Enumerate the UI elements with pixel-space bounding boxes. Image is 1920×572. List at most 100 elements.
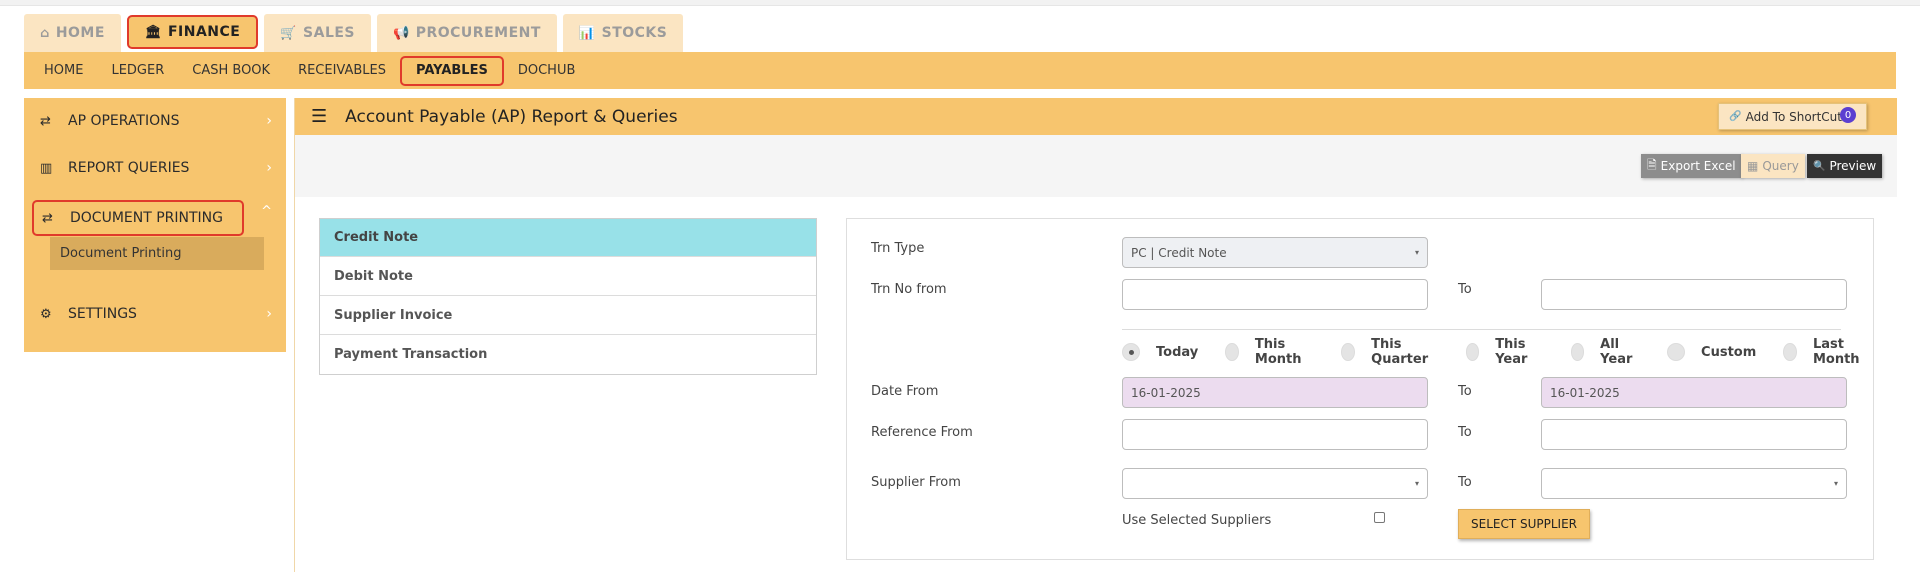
tab-label: PROCUREMENT	[415, 25, 541, 41]
submenu-dochub[interactable]: DOCHUB	[504, 56, 590, 86]
supplier-to-select[interactable]: ▾	[1541, 468, 1847, 499]
use-selected-suppliers-checkbox[interactable]	[1374, 512, 1385, 523]
chevron-right-icon: ›	[266, 306, 272, 322]
sidebar-item-label: SETTINGS	[68, 306, 137, 322]
hamburger-menu-icon[interactable]: ☰	[311, 106, 327, 127]
list-item-payment-transaction[interactable]: Payment Transaction	[320, 335, 816, 374]
list-item-credit-note[interactable]: Credit Note	[320, 219, 816, 257]
action-toolbar: 🗎 Export Excel ▦ Query 🔍 Preview	[295, 135, 1897, 197]
sidebar-item-label: REPORT QUERIES	[68, 160, 190, 176]
select-supplier-button[interactable]: SELECT SUPPLIER	[1458, 509, 1591, 539]
bar-chart-icon: 📊	[578, 25, 596, 41]
radio-all-year[interactable]: All Year	[1570, 337, 1640, 367]
radio-circle	[1122, 343, 1140, 361]
tab-procurement[interactable]: 📢 PROCUREMENT	[377, 14, 557, 52]
tab-finance[interactable]: 🏛 FINANCE	[126, 15, 259, 49]
radio-circle	[1341, 343, 1356, 361]
filter-form: Trn Type PC | Credit Note ▾ Trn No from …	[846, 218, 1874, 560]
chevron-down-icon: ▾	[1414, 479, 1419, 488]
tab-label: SALES	[303, 25, 356, 41]
tab-label: STOCKS	[601, 25, 668, 41]
trn-type-value: PC | Credit Note	[1131, 245, 1227, 260]
submenu-payables[interactable]: PAYABLES	[400, 55, 504, 86]
finance-submenu: HOME LEDGER CASH BOOK RECEIVABLES PAYABL…	[24, 52, 1896, 89]
gears-icon: ⚙	[40, 306, 52, 322]
preview-label: Preview	[1829, 159, 1877, 173]
radio-label: This Month	[1254, 337, 1302, 367]
radio-circle	[1225, 343, 1239, 361]
radio-this-quarter[interactable]: This Quarter	[1341, 337, 1438, 367]
date-from-value: 16-01-2025	[1131, 385, 1201, 400]
chevron-right-icon: ›	[266, 113, 272, 129]
supplier-from-select[interactable]: ▾	[1122, 468, 1428, 499]
submenu-ledger[interactable]: LEDGER	[97, 56, 178, 86]
radio-label: This Quarter	[1371, 337, 1429, 367]
list-item-debit-note[interactable]: Debit Note	[320, 257, 816, 296]
tab-label: HOME	[55, 25, 105, 41]
divider	[1122, 329, 1841, 330]
trn-type-label: Trn Type	[871, 241, 925, 256]
radio-circle	[1667, 343, 1686, 361]
shortcut-count-badge: 0	[1840, 107, 1856, 123]
export-excel-button[interactable]: 🗎 Export Excel	[1641, 154, 1742, 178]
sidebar-item-document-printing[interactable]: ⇄ DOCUMENT PRINTING	[32, 200, 244, 236]
reference-from-label: Reference From	[871, 425, 973, 440]
list-item-supplier-invoice[interactable]: Supplier Invoice	[320, 296, 816, 335]
radio-label: This Year	[1495, 337, 1528, 367]
sidebar-item-settings[interactable]: ⚙ SETTINGS ›	[24, 294, 286, 334]
link-icon: 🔗	[1729, 111, 1742, 122]
trn-no-from-input[interactable]	[1122, 279, 1428, 310]
tab-stocks[interactable]: 📊 STOCKS	[562, 14, 684, 52]
top-border	[0, 0, 1920, 6]
preview-button[interactable]: 🔍 Preview	[1807, 154, 1883, 178]
submenu-home[interactable]: HOME	[30, 56, 97, 86]
chevron-down-icon: ▾	[1414, 248, 1419, 257]
submenu-receivables[interactable]: RECEIVABLES	[284, 56, 400, 86]
transfer-icon: ⇄	[42, 210, 53, 226]
reference-to-label: To	[1458, 425, 1472, 440]
chevron-right-icon: ›	[266, 160, 272, 176]
sidebar-item-report-queries[interactable]: ▥ REPORT QUERIES ›	[24, 148, 286, 188]
bar-chart-icon: ▥	[40, 160, 53, 176]
radio-custom[interactable]: Custom	[1667, 343, 1756, 361]
radio-label: Today	[1156, 344, 1199, 360]
radio-this-year[interactable]: This Year	[1465, 337, 1544, 367]
query-label: Query	[1762, 159, 1799, 173]
tab-sales[interactable]: 🛒 SALES	[264, 14, 372, 52]
radio-circle	[1570, 343, 1585, 361]
reference-to-input[interactable]	[1541, 419, 1847, 450]
megaphone-icon: 📢	[393, 25, 410, 41]
sidebar-item-ap-operations[interactable]: ⇄ AP OPERATIONS ›	[24, 101, 286, 141]
submenu-cash-book[interactable]: CASH BOOK	[178, 56, 284, 86]
radio-today[interactable]: Today	[1122, 343, 1198, 361]
bank-icon: 🏛	[144, 24, 162, 40]
supplier-to-label: To	[1458, 475, 1472, 490]
radio-circle	[1783, 343, 1797, 361]
date-from-input[interactable]: 16-01-2025	[1122, 377, 1428, 408]
add-to-shortcut-button[interactable]: 🔗 Add To ShortCut 0	[1718, 103, 1867, 130]
cart-icon: 🛒	[280, 25, 298, 41]
tab-label: FINANCE	[167, 24, 241, 40]
trn-no-to-input[interactable]	[1541, 279, 1847, 310]
reference-from-input[interactable]	[1122, 419, 1428, 450]
supplier-from-label: Supplier From	[871, 475, 961, 490]
use-selected-suppliers-label: Use Selected Suppliers	[1122, 513, 1272, 528]
tab-home[interactable]: ⌂ HOME	[24, 14, 121, 52]
date-from-label: Date From	[871, 384, 939, 399]
radio-label: All Year	[1600, 337, 1633, 367]
transfer-icon: ⇄	[40, 113, 51, 129]
radio-label: Custom	[1701, 344, 1757, 360]
radio-last-month[interactable]: Last Month	[1783, 337, 1873, 367]
trn-no-from-label: Trn No from	[871, 282, 947, 297]
radio-label: Last Month	[1812, 337, 1860, 367]
date-range-options: Today This Month This Quarter This Year …	[1122, 337, 1873, 367]
query-button[interactable]: ▦ Query	[1741, 154, 1805, 178]
sidebar-subitem-document-printing[interactable]: Document Printing	[50, 237, 264, 270]
radio-this-month[interactable]: This Month	[1225, 337, 1314, 367]
sidebar: ⇄ AP OPERATIONS › ▥ REPORT QUERIES › ⇄ D…	[24, 98, 286, 352]
date-to-input[interactable]: 16-01-2025	[1541, 377, 1847, 408]
main-panel: ☰ Account Payable (AP) Report & Queries …	[294, 98, 1897, 572]
radio-circle	[1465, 343, 1480, 361]
trn-type-select[interactable]: PC | Credit Note ▾	[1122, 237, 1428, 268]
trn-no-to-label: To	[1458, 282, 1472, 297]
